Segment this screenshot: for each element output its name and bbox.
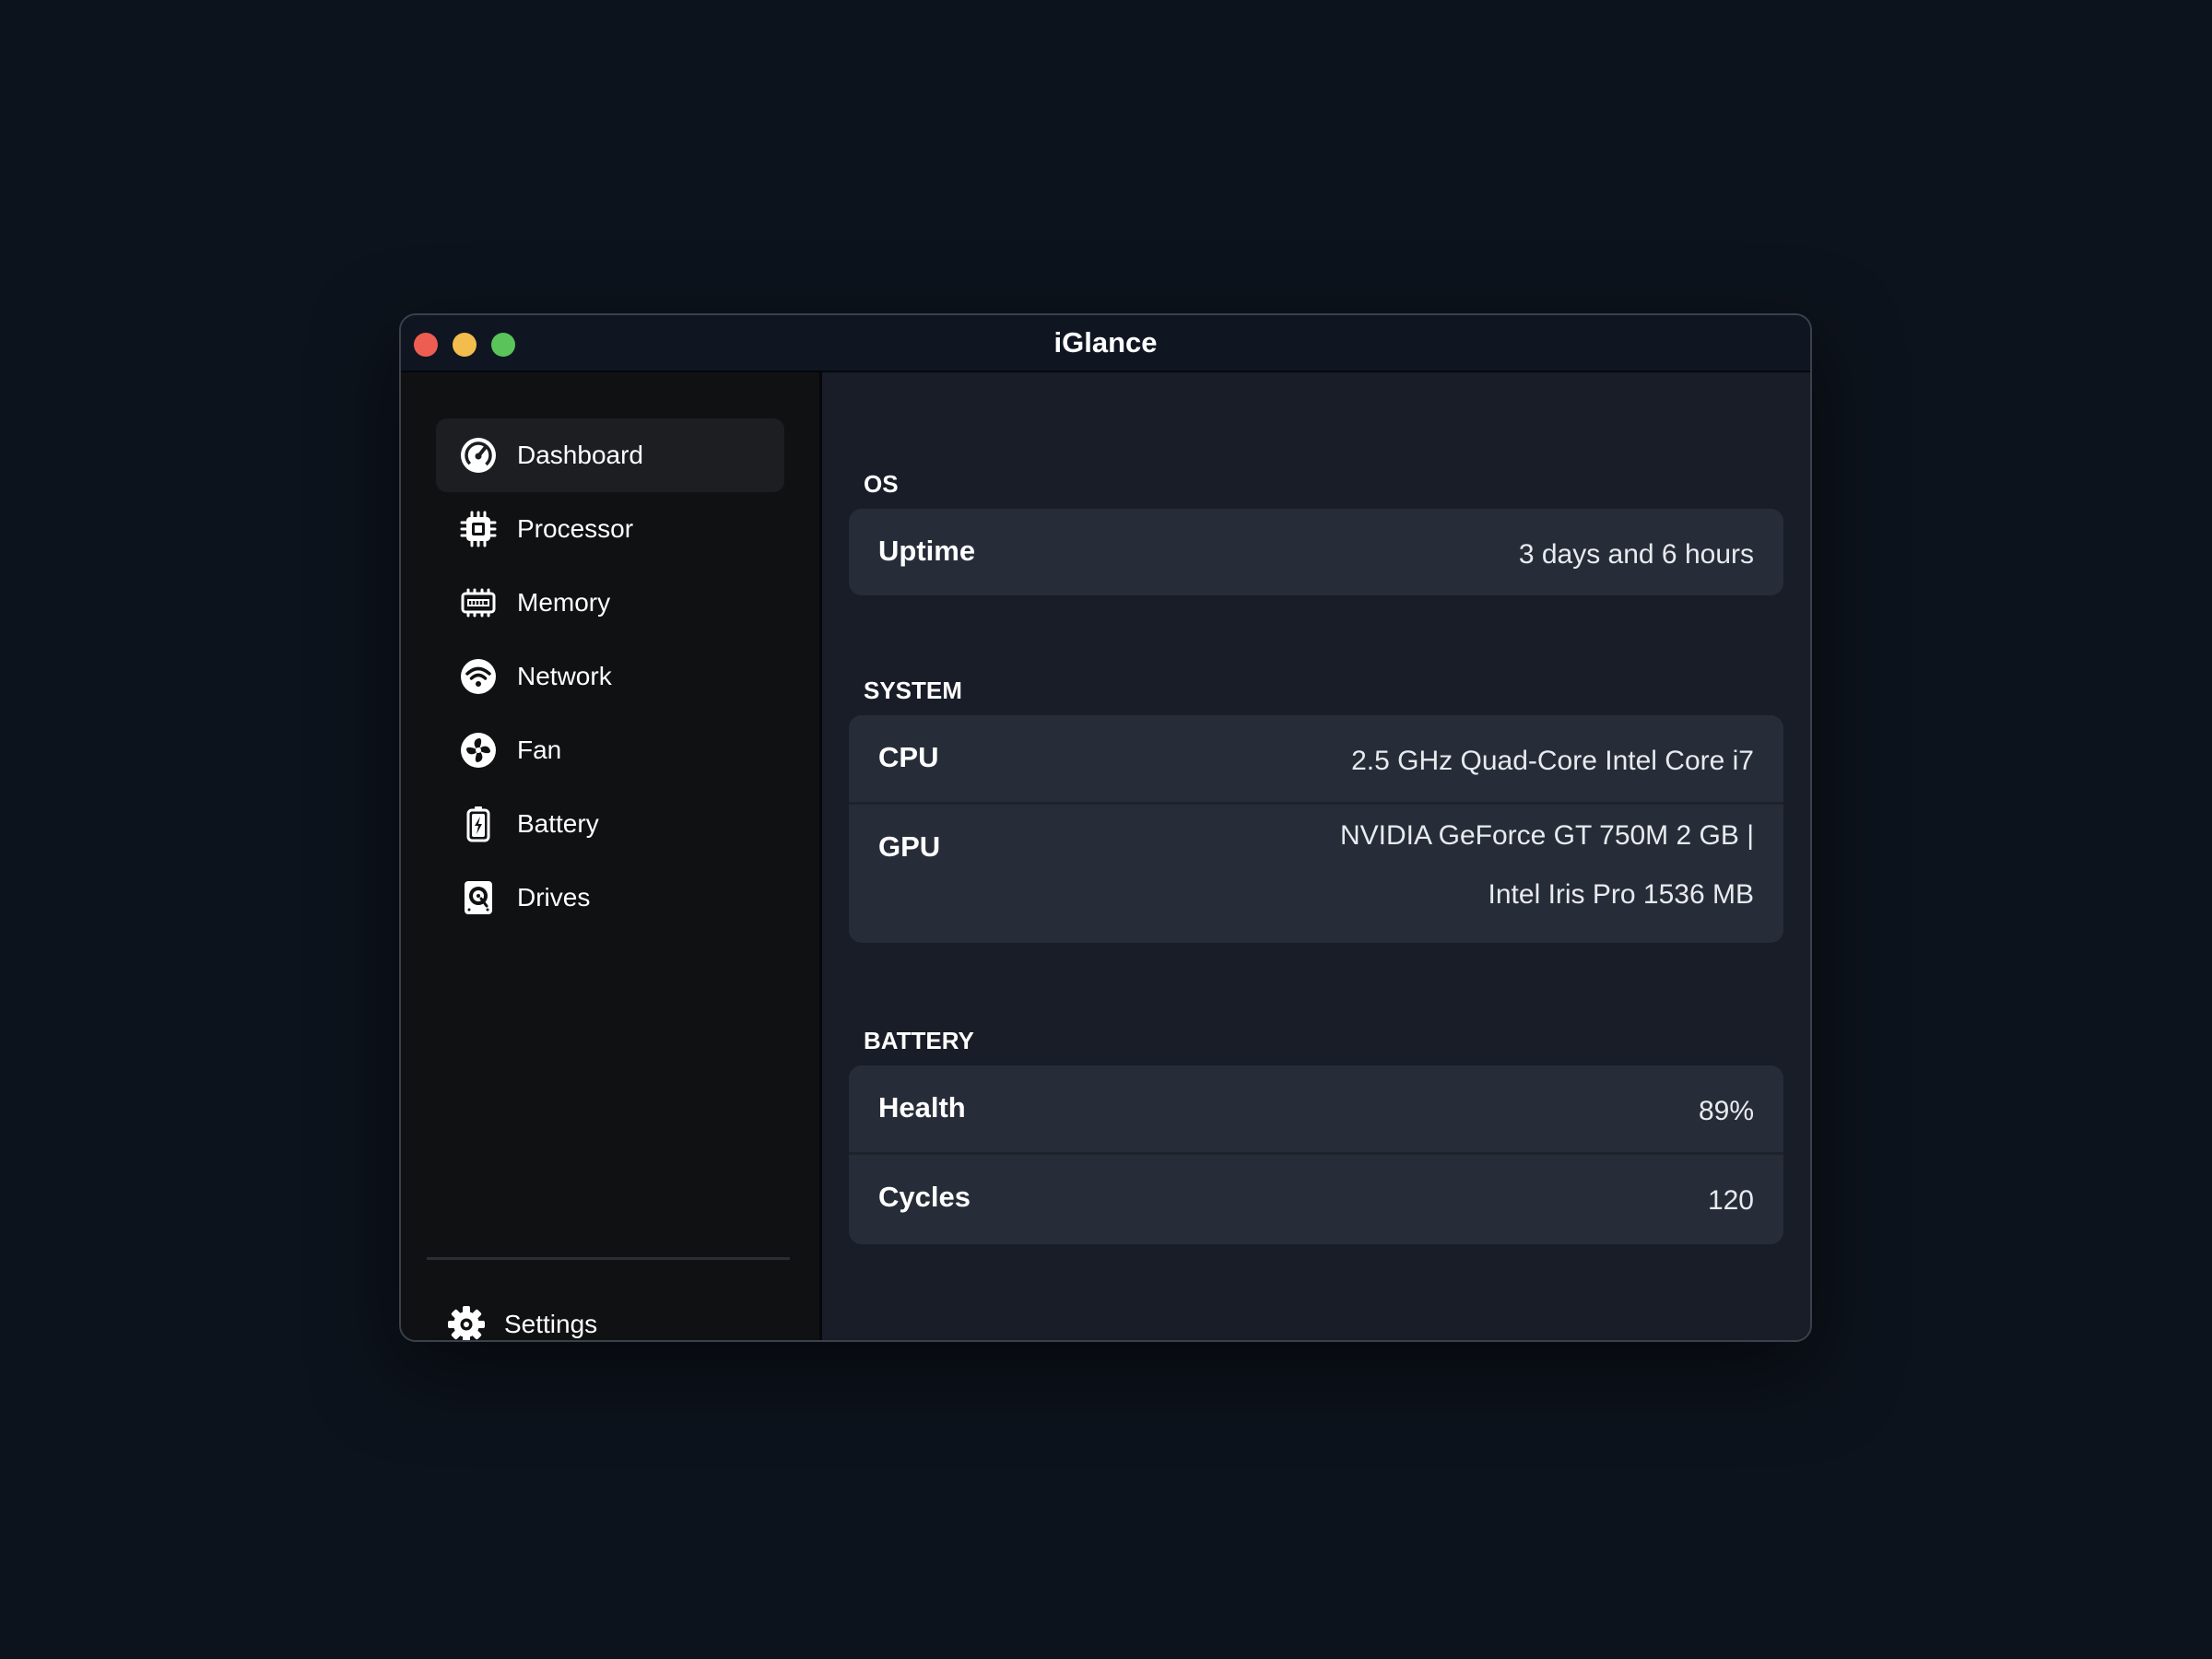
- info-row-cpu: CPU 2.5 GHz Quad-Core Intel Core i7: [849, 715, 1783, 802]
- battery-card: Health 89% Cycles 120: [849, 1065, 1783, 1244]
- sidebar-item-processor[interactable]: Processor: [436, 492, 784, 566]
- sidebar-item-drives[interactable]: Drives: [436, 861, 784, 935]
- system-card: CPU 2.5 GHz Quad-Core Intel Core i7 GPU …: [849, 715, 1783, 943]
- row-value: NVIDIA GeForce GT 750M 2 GB | Intel Iris…: [1340, 806, 1754, 924]
- info-row-health: Health 89%: [849, 1065, 1783, 1152]
- sidebar: Dashboard Processor Memory Network Fan B…: [401, 372, 822, 1340]
- sidebar-item-label: Memory: [517, 588, 611, 617]
- gpu-value-line-2: Intel Iris Pro 1536 MB: [1488, 879, 1754, 910]
- info-row-gpu: GPU NVIDIA GeForce GT 750M 2 GB | Intel …: [849, 802, 1783, 943]
- os-card: Uptime 3 days and 6 hours: [849, 509, 1783, 595]
- title-bar[interactable]: iGlance: [401, 315, 1810, 372]
- sidebar-item-label: Dashboard: [517, 441, 643, 469]
- sidebar-item-label: Processor: [517, 514, 634, 543]
- battery-icon: [460, 806, 497, 842]
- info-row-cycles: Cycles 120: [849, 1152, 1783, 1244]
- hard-drive-icon: [460, 879, 497, 916]
- window-title: iGlance: [1053, 326, 1158, 359]
- wifi-icon: [460, 658, 497, 695]
- sidebar-item-network[interactable]: Network: [436, 640, 784, 713]
- row-value: 2.5 GHz Quad-Core Intel Core i7: [1351, 746, 1754, 776]
- row-key: Health: [878, 1091, 966, 1124]
- row-key: GPU: [878, 830, 941, 863]
- fan-icon: [460, 732, 497, 769]
- settings-label: Settings: [504, 1310, 598, 1338]
- sidebar-item-battery[interactable]: Battery: [436, 787, 784, 861]
- sidebar-item-label: Battery: [517, 809, 599, 838]
- cpu-chip-icon: [460, 511, 497, 547]
- sidebar-item-label: Drives: [517, 883, 591, 912]
- sidebar-item-fan[interactable]: Fan: [436, 713, 784, 787]
- row-value: 3 days and 6 hours: [1518, 539, 1754, 570]
- section-title-os: OS: [864, 470, 899, 498]
- info-row-uptime: Uptime 3 days and 6 hours: [849, 509, 1783, 595]
- row-key: Cycles: [878, 1181, 971, 1213]
- row-key: CPU: [878, 741, 939, 773]
- row-key: Uptime: [878, 535, 976, 567]
- gear-icon: [447, 1305, 486, 1340]
- sidebar-item-memory[interactable]: Memory: [436, 566, 784, 640]
- section-title-battery: BATTERY: [864, 1027, 974, 1054]
- sidebar-item-dashboard[interactable]: Dashboard: [436, 418, 784, 492]
- row-value: 89%: [1698, 1096, 1754, 1126]
- main-content: OS Uptime 3 days and 6 hours SYSTEM CPU …: [822, 372, 1810, 1340]
- sidebar-divider: [427, 1257, 790, 1260]
- memory-module-icon: [460, 584, 497, 621]
- settings-button[interactable]: Settings: [447, 1294, 724, 1340]
- sidebar-item-label: Network: [517, 662, 612, 690]
- section-title-system: SYSTEM: [864, 677, 962, 704]
- gauge-icon: [460, 437, 497, 474]
- row-value: 120: [1707, 1185, 1754, 1216]
- sidebar-item-label: Fan: [517, 735, 562, 764]
- gpu-value-line-1: NVIDIA GeForce GT 750M 2 GB |: [1339, 820, 1754, 851]
- app-window: iGlance Dashboard Processor Memory Netwo…: [399, 313, 1812, 1342]
